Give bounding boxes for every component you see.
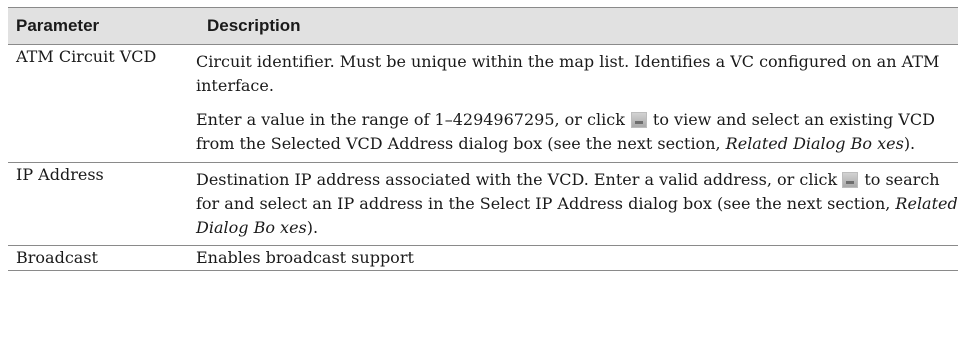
param-broadcast: Broadcast xyxy=(8,245,196,271)
desc-text: Enter a value in the range of 1–42949672… xyxy=(196,110,625,129)
param-ip-address: IP Address xyxy=(8,162,196,246)
desc-atm-circuit-vcd: Circuit identifier. Must be unique withi… xyxy=(196,44,958,163)
desc-text: Destination IP address associated with t… xyxy=(196,170,838,189)
table-row: ATM Circuit VCD Circuit identifier. Must… xyxy=(8,44,958,163)
desc-text: ). xyxy=(903,134,916,153)
table-row: Broadcast Enables broadcast support xyxy=(8,245,958,271)
table-header-row: Parameter Description xyxy=(8,7,958,45)
desc-paragraph: Enter a value in the range of 1–42949672… xyxy=(196,98,958,162)
table-row: IP Address Destination IP address associ… xyxy=(8,162,958,246)
desc-text: ). xyxy=(306,218,319,237)
selector-icon[interactable] xyxy=(630,112,647,128)
header-parameter: Parameter xyxy=(8,7,196,45)
desc-ip-address: Destination IP address associated with t… xyxy=(196,162,958,246)
desc-paragraph: Destination IP address associated with t… xyxy=(196,163,958,245)
header-description: Description xyxy=(196,7,958,45)
selector-icon[interactable] xyxy=(842,172,859,188)
param-atm-circuit-vcd: ATM Circuit VCD xyxy=(8,44,196,163)
desc-broadcast: Enables broadcast support xyxy=(196,245,958,271)
desc-paragraph: Circuit identifier. Must be unique withi… xyxy=(196,52,940,95)
cross-reference: Related Dialog Bo xes xyxy=(725,134,904,153)
parameter-table: Parameter Description ATM Circuit VCD Ci… xyxy=(8,7,958,271)
